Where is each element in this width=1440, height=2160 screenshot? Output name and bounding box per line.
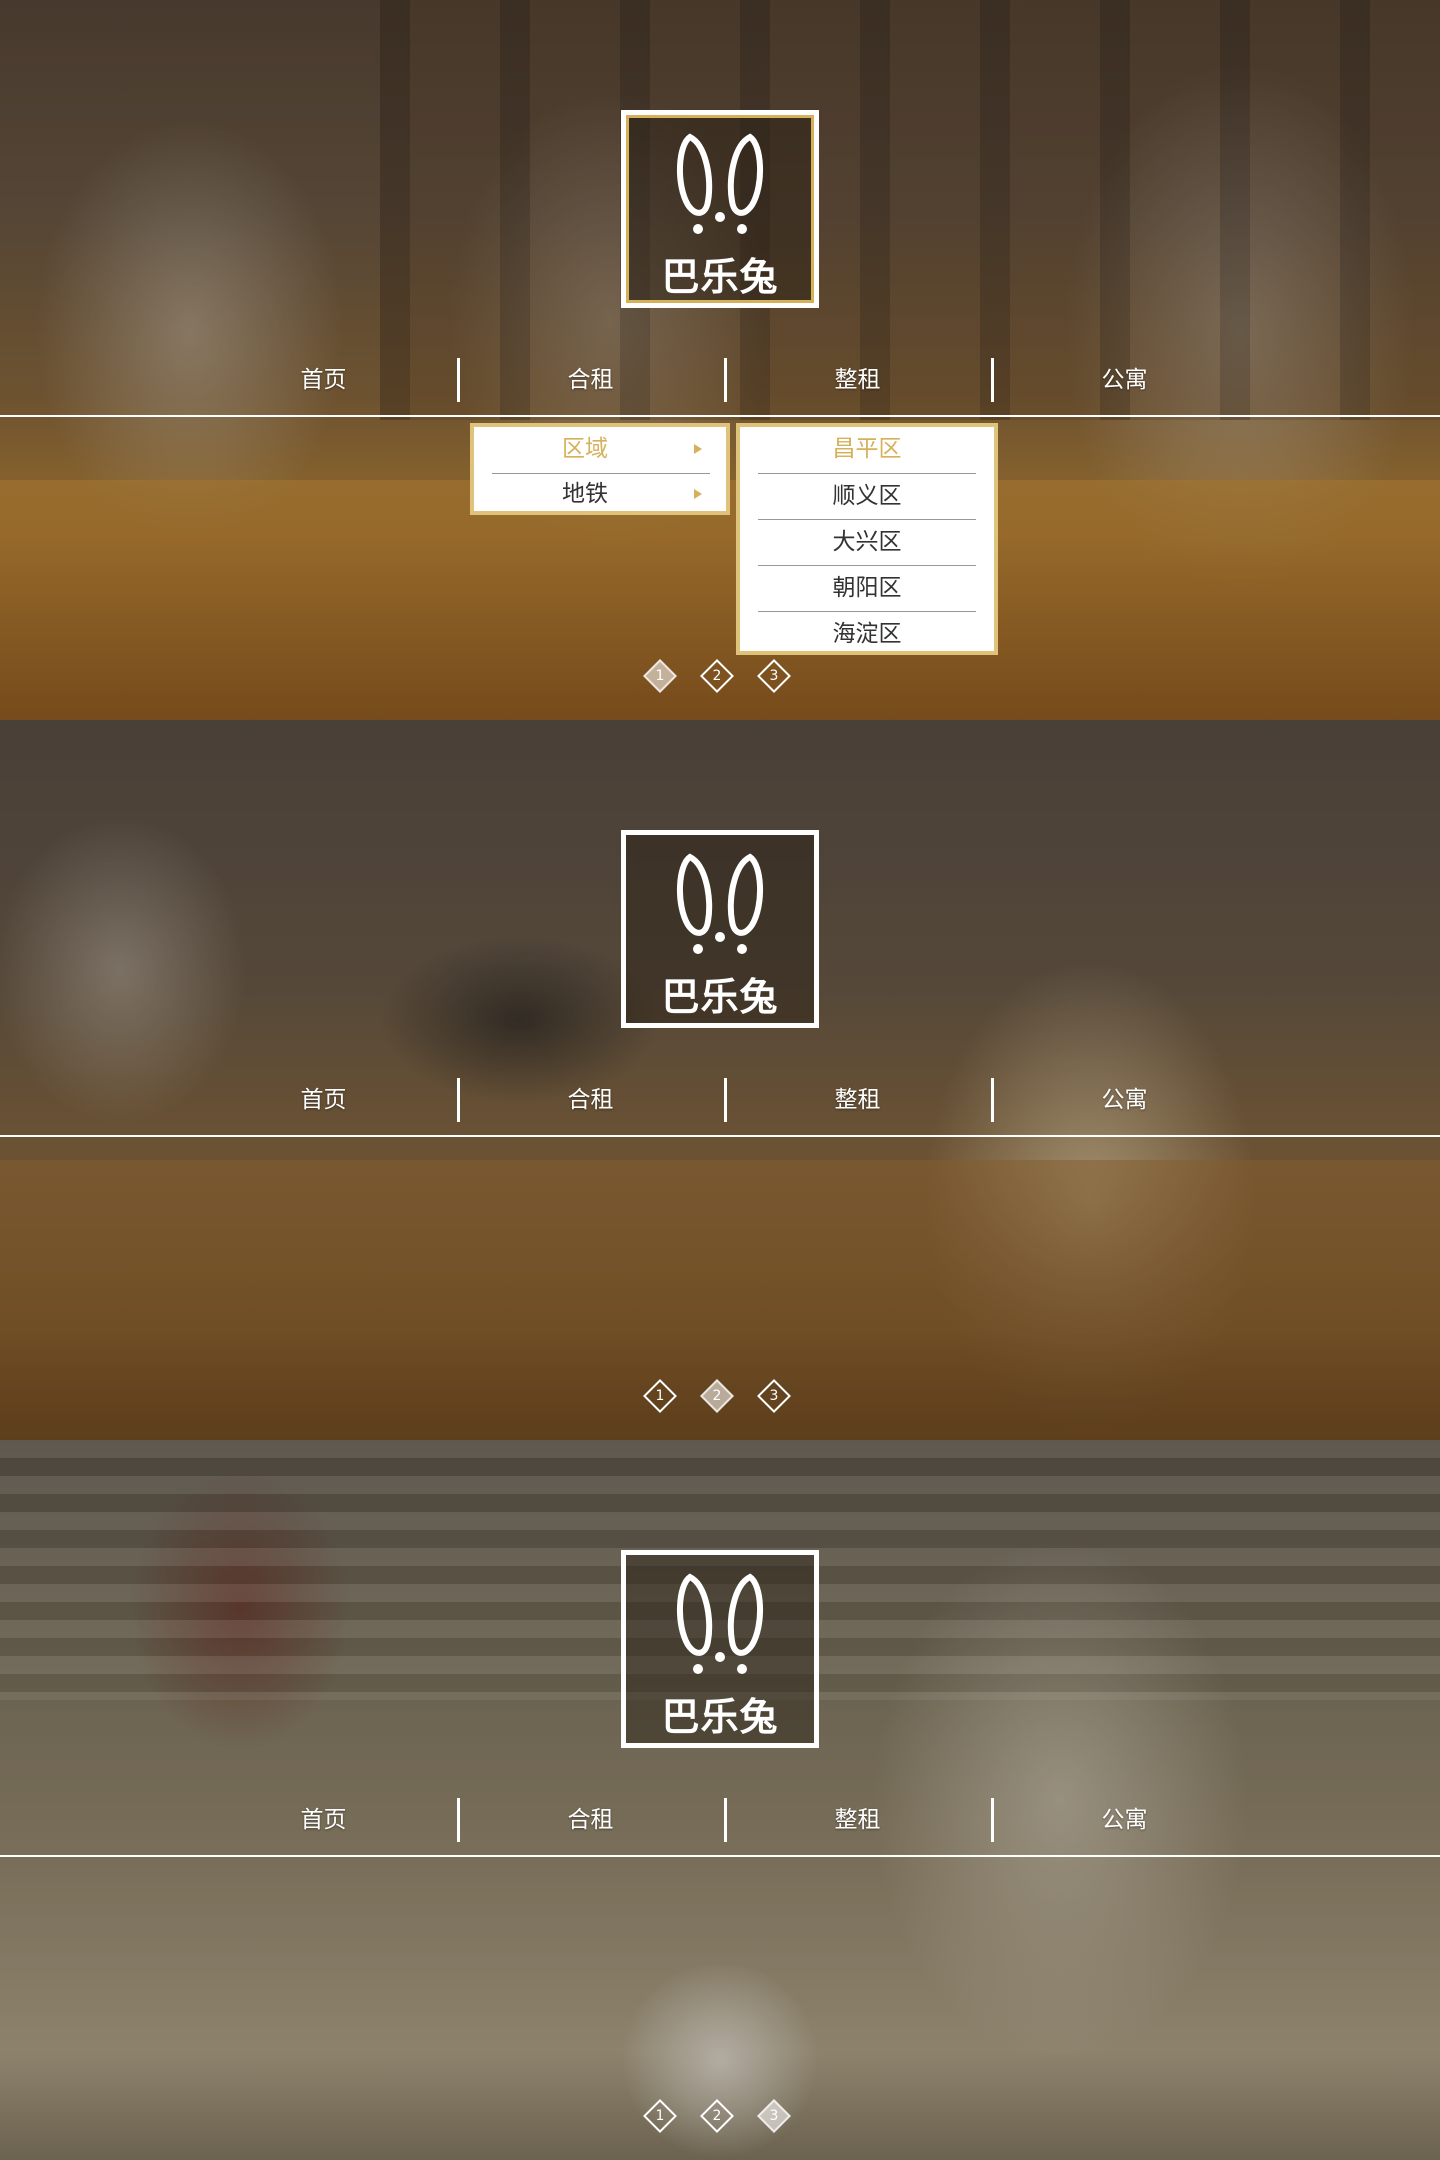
carousel-dot-1[interactable]: 1 — [640, 1376, 680, 1416]
district-item-shunyi[interactable]: 顺义区 — [758, 473, 976, 518]
dropdown-district-menu: 昌平区 顺义区 大兴区 朝阳区 海淀区 — [736, 423, 998, 655]
nav-item-whole-rent[interactable]: 整租 — [724, 1075, 991, 1125]
brand-name: 巴乐兔 — [661, 975, 779, 1019]
carousel-dot-number: 3 — [769, 2108, 779, 2124]
nav-item-shared-rent[interactable]: 合租 — [457, 355, 724, 405]
nav-item-whole-rent[interactable]: 整租 — [724, 355, 991, 405]
hero-slide-3: 巴乐兔 首页 合租 整租 公寓 1 2 3 — [0, 1440, 1440, 2160]
carousel-dot-number: 1 — [655, 2108, 665, 2124]
nav-item-home[interactable]: 首页 — [190, 1075, 457, 1125]
carousel-dot-number: 2 — [712, 668, 722, 684]
carousel-dot-3[interactable]: 3 — [754, 2096, 794, 2136]
menu-item-label: 区域 — [562, 436, 608, 462]
caret-right-icon — [694, 444, 702, 454]
carousel-dot-3[interactable]: 3 — [754, 656, 794, 696]
brand-logo[interactable]: 巴乐兔 — [621, 1550, 819, 1748]
nav-item-whole-rent[interactable]: 整租 — [724, 1795, 991, 1845]
nav-item-apartment[interactable]: 公寓 — [991, 1075, 1258, 1125]
carousel-dot-1[interactable]: 1 — [640, 2096, 680, 2136]
carousel-dot-number: 3 — [769, 668, 779, 684]
hero-slide-2: 巴乐兔 首页 合租 整租 公寓 1 2 3 — [0, 720, 1440, 1440]
brand-logo[interactable]: 巴乐兔 — [621, 110, 819, 308]
nav-underline — [0, 1135, 1440, 1137]
nav-underline — [0, 1855, 1440, 1857]
main-nav: 首页 合租 整租 公寓 — [190, 1795, 1270, 1845]
district-item-changping[interactable]: 昌平区 — [758, 427, 976, 471]
carousel-dot-1[interactable]: 1 — [640, 656, 680, 696]
carousel-pagination: 1 2 3 — [640, 1376, 810, 1416]
main-nav: 首页 合租 整租 公寓 — [190, 1075, 1270, 1125]
nav-item-apartment[interactable]: 公寓 — [991, 355, 1258, 405]
nav-item-home[interactable]: 首页 — [190, 1795, 457, 1845]
carousel-dot-number: 2 — [712, 1388, 722, 1404]
brand-logo[interactable]: 巴乐兔 — [621, 830, 819, 1028]
carousel-dot-2[interactable]: 2 — [697, 656, 737, 696]
carousel-dot-3[interactable]: 3 — [754, 1376, 794, 1416]
brand-name: 巴乐兔 — [661, 1695, 779, 1739]
brand-name: 巴乐兔 — [661, 255, 779, 299]
district-item-haidian[interactable]: 海淀区 — [758, 611, 976, 656]
hero-slide-1: 巴乐兔 首页 合租 整租 公寓 区域 地铁 昌平区 顺义区 大兴区 朝阳区 海淀… — [0, 0, 1440, 720]
nav-item-shared-rent[interactable]: 合租 — [457, 1795, 724, 1845]
caret-right-icon — [694, 489, 702, 499]
menu-item-subway[interactable]: 地铁 — [492, 473, 710, 514]
menu-item-area[interactable]: 区域 — [492, 429, 710, 469]
main-nav: 首页 合租 整租 公寓 — [190, 355, 1270, 405]
carousel-pagination: 1 2 3 — [640, 2096, 810, 2136]
carousel-dot-2[interactable]: 2 — [697, 2096, 737, 2136]
carousel-dot-number: 1 — [655, 668, 665, 684]
nav-underline — [0, 415, 1440, 417]
carousel-dot-number: 3 — [769, 1388, 779, 1404]
nav-item-apartment[interactable]: 公寓 — [991, 1795, 1258, 1845]
carousel-pagination: 1 2 3 — [640, 656, 810, 696]
nav-item-shared-rent[interactable]: 合租 — [457, 1075, 724, 1125]
district-item-daxing[interactable]: 大兴区 — [758, 519, 976, 564]
carousel-dot-2[interactable]: 2 — [697, 1376, 737, 1416]
carousel-dot-number: 2 — [712, 2108, 722, 2124]
nav-item-home[interactable]: 首页 — [190, 355, 457, 405]
menu-item-label: 地铁 — [562, 481, 608, 507]
dropdown-primary-menu: 区域 地铁 — [470, 423, 730, 515]
district-item-chaoyang[interactable]: 朝阳区 — [758, 565, 976, 610]
carousel-dot-number: 1 — [655, 1388, 665, 1404]
